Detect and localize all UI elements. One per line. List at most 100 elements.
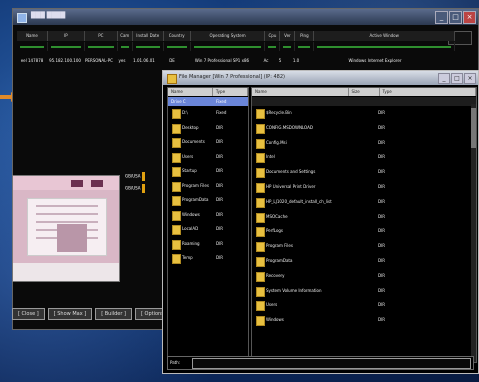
list-item[interactable]: Users DIR [252,298,476,313]
file-manager-titlebar[interactable]: File Manager [Win 7 Professional] (IP: 4… [163,71,478,85]
list-item[interactable]: PerfLogs DIR [252,224,476,239]
filter-cell [280,42,296,51]
list-item[interactable]: System Volume Information DIR [252,284,476,299]
close-button[interactable]: × [463,11,476,24]
list-item[interactable]: Documents DIR [168,135,248,150]
item-name: HP Universal Print Driver [266,183,316,189]
list-item[interactable]: Program Files DIR [252,239,476,254]
item-type: DIR [378,183,386,189]
item-name: System Volume Information [266,287,322,293]
column-header[interactable]: Type [380,88,477,96]
item-type: DIR [216,153,224,159]
minimize-button[interactable]: _ [438,73,450,84]
item-name: LocalAD [182,226,199,231]
filter-cell [48,42,85,51]
folder-icon [256,197,265,208]
list-item[interactable]: Recovery DIR [252,269,476,284]
table-cell: eel 147878 [20,58,44,63]
list-item[interactable]: HP_LJ1020_default_install_ch_list DIR [252,195,476,210]
table-cell: PERSONAL-PC [85,58,113,63]
list-item[interactable]: Intel DIR [252,150,476,165]
list-item[interactable]: $Recycle.Bin DIR [252,106,476,121]
grid-filter-row [17,42,456,51]
path-input[interactable] [192,358,471,369]
flag-label-b: GB/USA [125,184,146,193]
list-item[interactable]: ProgramData DIR [168,193,248,208]
toolbar-button[interactable]: [ Builder ] [95,308,132,320]
table-cell: 95.182.100.100 [49,58,81,63]
item-name: $Recycle.Bin [266,110,292,115]
column-header[interactable]: Install Date [132,31,164,41]
scrollbar[interactable] [471,104,476,362]
list-item[interactable]: D:\ Fixed [168,106,248,121]
column-header[interactable]: IP [47,31,85,41]
list-item-selected[interactable]: Drive C Fixed [168,97,248,106]
table-cell: Win 7 Professional SP1 x86 [194,58,250,63]
item-name: Startup [182,168,197,173]
file-list-panel: Name Size Type $Recycle.Bin DIR CONFIG.MSDOW… [251,87,477,363]
list-item[interactable]: Roaming DIR [168,237,248,252]
list-item[interactable]: Users DIR [168,150,248,165]
item-type: DIR [216,124,224,130]
column-header[interactable]: Name [252,88,349,96]
item-name: Recovery [266,272,285,278]
list-item[interactable]: Documents and Settings DIR [252,165,476,180]
item-name: Temp [182,255,193,260]
list-item[interactable]: Startup DIR [168,164,248,179]
list-item[interactable]: LocalAD DIR [168,222,248,237]
main-titlebar[interactable]: ███ ████ _ □ × [13,9,478,25]
item-type: DIR [378,257,386,263]
item-name: ProgramData [266,257,293,263]
folder-icon [256,286,265,297]
table-row[interactable]: eel 147878 95.182.100.100 PERSONAL-PC yes 1.… [17,56,455,65]
folder-icon [256,256,265,267]
maximize-button[interactable]: □ [451,73,463,84]
list-item[interactable]: Windows DIR [168,208,248,223]
item-name: Documents and Settings [266,169,316,175]
item-type: DIR [378,198,386,204]
list-item[interactable]: Config.Msi DIR [252,136,476,151]
path-bar: Path: [167,356,474,370]
column-header[interactable]: Country [163,31,191,41]
list-item[interactable]: Windows DIR [252,313,476,328]
column-header[interactable]: Type [213,88,248,96]
column-header[interactable]: PC [84,31,118,41]
toolbar-button[interactable]: [ Show Max ] [47,308,93,320]
column-header[interactable]: Ping [295,31,315,41]
list-item[interactable]: HP Universal Print Driver DIR [252,180,476,195]
toolbar-button[interactable]: [ Close ] [12,308,45,320]
item-type: DIR [216,197,224,202]
list-item[interactable]: Program Files DIR [168,179,248,194]
filter-cell [191,42,266,51]
filter-cell [265,42,281,51]
item-type: DIR [378,272,386,278]
item-name: Program Files [266,243,293,249]
item-name: Windows [182,211,200,217]
list-item[interactable]: ProgramData DIR [252,254,476,269]
item-name: Desktop [182,124,199,130]
column-header[interactable]: Active Window [314,31,456,41]
list-item[interactable]: MSOCache DIR [252,210,476,225]
column-header[interactable]: Name [17,31,48,41]
column-header[interactable]: Size [349,88,380,96]
column-header[interactable]: Cam [117,31,133,41]
column-header[interactable]: Cpu [265,31,281,41]
column-header[interactable]: Ver [280,31,296,41]
list-item[interactable]: Temp DIR [168,251,248,266]
close-button[interactable]: × [464,73,476,84]
minimize-button[interactable]: _ [435,11,448,24]
item-name: Config.Msi [266,139,287,145]
folder-icon [256,212,265,223]
folder-icon [172,225,181,235]
list-item[interactable]: CONFIG.MSDOWNLOAD DIR [252,121,476,136]
item-type: DIR [216,240,224,246]
item-type: DIR [378,139,386,145]
item-name: Program Files [182,182,209,188]
item-type: DIR [216,168,224,173]
list-item[interactable]: Desktop DIR [168,121,248,136]
column-header[interactable]: Name [168,88,213,96]
maximize-button[interactable]: □ [449,11,462,24]
folder-icon [167,74,177,84]
column-header[interactable]: Operating System [190,31,266,41]
item-type: DIR [216,211,224,217]
